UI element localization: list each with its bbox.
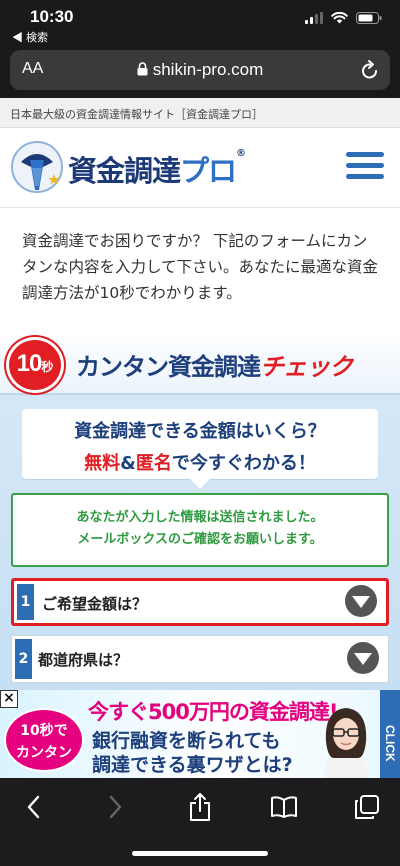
share-button[interactable] bbox=[183, 792, 217, 822]
back-button[interactable] bbox=[16, 792, 50, 822]
forward-button[interactable] bbox=[99, 792, 133, 822]
question-number: 2 bbox=[15, 639, 32, 679]
menu-bar bbox=[346, 174, 384, 179]
url-display[interactable]: shikin-pro.com bbox=[10, 60, 390, 80]
menu-bar bbox=[346, 163, 384, 168]
form-heading: 資金調達できる金額はいくら？ 無料&匿名で今すぐわかる！ bbox=[22, 409, 378, 489]
banner-title-check: チェック bbox=[260, 353, 353, 381]
browser-address-area: AA shikin-pro.com bbox=[0, 46, 400, 98]
banner-title-main: カンタン資金調達 bbox=[76, 353, 261, 381]
url-text: shikin-pro.com bbox=[152, 60, 264, 79]
cellular-signal-icon bbox=[305, 12, 323, 24]
ad-badge-line-1: 10秒で bbox=[20, 723, 68, 739]
ad-badge: 10秒で カンタン bbox=[4, 708, 84, 772]
close-icon[interactable]: × bbox=[0, 690, 18, 708]
notice-line-1: あなたが入力した情報は送信されました。 bbox=[76, 510, 324, 525]
question-label: 都道府県は？ bbox=[38, 651, 129, 669]
battery-icon bbox=[356, 12, 382, 24]
question-label: ご希望金額は？ bbox=[42, 595, 148, 613]
menu-bar bbox=[346, 152, 384, 157]
lock-icon bbox=[137, 62, 148, 76]
bookmarks-button[interactable] bbox=[267, 792, 301, 822]
book-icon bbox=[271, 796, 297, 818]
heading-line-1: 資金調達できる金額はいくら？ bbox=[74, 421, 326, 442]
site-tagline: 日本最大級の資金調達情報サイト［資金調達プロ］ bbox=[0, 98, 400, 128]
check-banner: 10秒 カンタン資金調達チェック bbox=[0, 333, 400, 395]
anonymous-label: 匿名 bbox=[135, 453, 172, 474]
intro-text: 資金調達でお困りですか？ 下記のフォームにカンタンな内容を入力して下さい。あなた… bbox=[22, 232, 379, 302]
status-icons bbox=[305, 12, 382, 24]
ad-badge-line-2: カンタン bbox=[16, 745, 72, 761]
logo-mark-icon[interactable] bbox=[10, 140, 64, 194]
logo-registered-mark: ® bbox=[236, 148, 246, 159]
site-logo-text[interactable]: 資金調達プロ® bbox=[68, 148, 246, 190]
submission-notice: あなたが入力した情報は送信されました。 メールボックスのご確認をお願いします。 bbox=[11, 493, 389, 567]
menu-icon[interactable] bbox=[346, 150, 384, 182]
home-indicator bbox=[132, 851, 268, 856]
tabs-icon bbox=[355, 795, 379, 819]
ad-banner[interactable]: 10秒で カンタン 今すぐ500万円の資金調達! 銀行融資を断られても 調達でき… bbox=[0, 690, 400, 778]
notice-line-2: メールボックスのご確認をお願いします。 bbox=[77, 532, 323, 547]
chevron-down-icon[interactable] bbox=[346, 641, 380, 675]
reload-icon[interactable] bbox=[360, 59, 380, 81]
ad-person-image bbox=[324, 708, 368, 778]
funding-check-form: 10秒 カンタン資金調達チェック 資金調達できる金額はいくら？ 無料&匿名で今す… bbox=[0, 333, 400, 690]
address-bar[interactable]: AA shikin-pro.com bbox=[10, 50, 390, 90]
browser-toolbar bbox=[0, 778, 400, 866]
heading-rest: で今すぐわかる！ bbox=[171, 453, 316, 474]
logo-pro-text: プロ bbox=[180, 154, 237, 188]
share-icon bbox=[190, 793, 210, 821]
badge-unit: 秒 bbox=[41, 360, 54, 374]
chevron-down-icon[interactable] bbox=[344, 584, 378, 618]
amp-label: & bbox=[120, 453, 136, 474]
tabs-button[interactable] bbox=[350, 792, 384, 822]
ad-subline-1: 銀行融資を断られても bbox=[92, 730, 281, 752]
chevron-left-icon bbox=[27, 795, 40, 819]
site-header: 資金調達プロ® bbox=[0, 128, 400, 208]
ten-seconds-badge: 10秒 bbox=[6, 337, 64, 393]
badge-number: 10 bbox=[16, 350, 43, 377]
status-bar: 10:30 ◀ 検索 bbox=[0, 0, 400, 46]
question-number: 1 bbox=[17, 584, 34, 620]
ad-subline-2: 調達できる裏ワザとは? bbox=[92, 754, 293, 776]
ad-click-tab[interactable]: CLICK bbox=[380, 690, 400, 778]
logo-main-text: 資金調達 bbox=[68, 154, 181, 188]
heading-line-2: 無料&匿名で今すぐわかる！ bbox=[22, 443, 378, 475]
question-desired-amount[interactable]: 1 ご希望金額は？ bbox=[11, 578, 389, 626]
chevron-right-icon bbox=[109, 795, 122, 819]
free-label: 無料 bbox=[84, 453, 121, 474]
ad-headline: 今すぐ500万円の資金調達! bbox=[88, 700, 338, 724]
status-time: 10:30 bbox=[30, 7, 74, 26]
banner-title: カンタン資金調達チェック bbox=[76, 347, 353, 382]
wifi-icon bbox=[331, 12, 348, 24]
back-to-search-link[interactable]: ◀ 検索 bbox=[12, 29, 48, 45]
question-prefecture[interactable]: 2 都道府県は？ bbox=[11, 635, 389, 683]
